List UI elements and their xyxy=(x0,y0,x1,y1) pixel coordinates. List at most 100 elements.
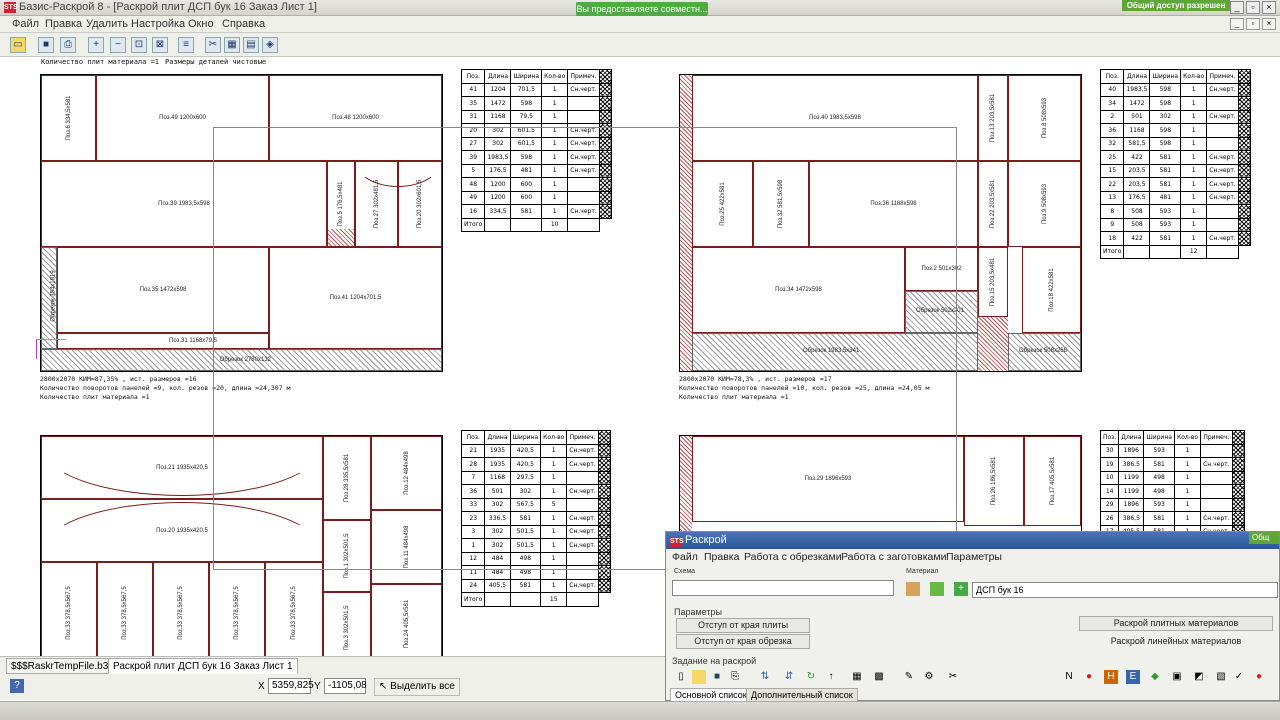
part[interactable]: Поз.33 378,5x567,5 xyxy=(209,562,265,656)
tab-document[interactable]: Раскрой плит ДСП бук 16 Заказ Лист 1 xyxy=(108,658,298,674)
refresh-icon[interactable]: ↻ xyxy=(804,670,818,684)
part[interactable]: Поз.15 203,5x481 xyxy=(978,247,1008,317)
sort2-icon[interactable]: ⇵ xyxy=(782,670,796,684)
open-folder-icon[interactable]: ▭ xyxy=(10,37,26,53)
table-cell xyxy=(1200,497,1233,512)
edge-offset-button[interactable]: Отступ от края плиты xyxy=(676,618,810,633)
maximize-button[interactable]: ▫ xyxy=(1246,1,1260,14)
raskroy-menu-edit[interactable]: Правка xyxy=(704,551,739,563)
add-material-icon[interactable]: + xyxy=(954,582,968,596)
table-cell: 1472 xyxy=(484,96,512,111)
part[interactable]: Поз.24 405,5x581 xyxy=(371,584,442,656)
mdi-restore-button[interactable]: ▫ xyxy=(1246,18,1260,30)
menu-delete[interactable]: Удалить xyxy=(86,18,128,30)
part[interactable]: Поз.6 334,5x581 xyxy=(41,75,96,161)
e-icon[interactable]: E xyxy=(1126,670,1140,684)
mdi-minimize-button[interactable]: _ xyxy=(1230,18,1244,30)
table-cell: 25 xyxy=(1099,150,1125,165)
raskroy-menu-offcuts[interactable]: Работа с обрезками xyxy=(744,551,842,563)
pattern-icon[interactable]: ▧ xyxy=(1214,670,1228,684)
save-icon[interactable]: ■ xyxy=(38,37,54,53)
minimize-button[interactable]: _ xyxy=(1230,1,1244,14)
save-icon[interactable]: ■ xyxy=(710,670,724,684)
stop-icon[interactable]: ● xyxy=(1252,670,1266,684)
cursor-icon: ↖ xyxy=(379,681,391,692)
menu-edit[interactable]: Правка xyxy=(45,18,82,30)
tab-main-list[interactable]: Основной список xyxy=(670,688,752,702)
notification-toast[interactable]: Вы предоставляете совместн... xyxy=(576,2,708,16)
copy-icon[interactable]: ⎘ xyxy=(728,670,742,684)
zoom-out-icon[interactable]: − xyxy=(110,37,126,53)
material-icon-1[interactable] xyxy=(906,582,920,596)
raskroy-menu-file[interactable]: Файл xyxy=(672,551,698,563)
raskroy-menu-params[interactable]: Параметры xyxy=(946,551,1002,563)
image-icon[interactable]: ▣ xyxy=(1170,670,1184,684)
menu-window[interactable]: Окно xyxy=(188,18,214,30)
mdi-close-button[interactable]: × xyxy=(1262,18,1276,30)
diamond-icon[interactable]: ◆ xyxy=(1148,670,1162,684)
table-cell: 481 xyxy=(1149,190,1182,205)
part[interactable]: Поз.33 378,5x567,5 xyxy=(41,562,97,656)
tool2-icon[interactable]: ⚙ xyxy=(922,670,936,684)
menu-help[interactable]: Справка xyxy=(222,18,265,30)
table-row: 41 1204 701,5 1 Сн.черт. xyxy=(460,82,612,97)
material-icon-2[interactable] xyxy=(930,582,944,596)
linear-cutting-button[interactable]: Раскрой линейных материалов xyxy=(1079,634,1273,649)
table-cell xyxy=(1149,244,1182,259)
zoom-in-icon[interactable]: + xyxy=(88,37,104,53)
part[interactable]: Поз.18 422x581 xyxy=(1022,247,1081,333)
table-cell: Сн.черт. xyxy=(1206,150,1239,165)
plate-cutting-button[interactable]: Раскрой плитных материалов xyxy=(1079,616,1273,631)
material-field[interactable]: ДСП бук 16 xyxy=(972,582,1278,598)
tool3-icon[interactable]: ✂ xyxy=(946,670,960,684)
part[interactable]: Поз.9 508x593 xyxy=(1008,161,1081,247)
grid-icon[interactable]: ▦ xyxy=(850,670,864,684)
half-icon[interactable]: ◩ xyxy=(1192,670,1206,684)
menu-file[interactable]: Файл xyxy=(12,18,39,30)
tab-extra-list[interactable]: Дополнительный список xyxy=(746,688,858,702)
part[interactable]: Поз.13 203,5x581 xyxy=(978,75,1008,161)
raskroy-menu-blanks[interactable]: Работа с заготовками xyxy=(841,551,946,563)
cut-icon[interactable]: ✂ xyxy=(205,37,221,53)
select-all-button[interactable]: ↖ Выделить все xyxy=(374,678,460,696)
grid2-icon[interactable]: ▩ xyxy=(872,670,886,684)
layout-icon[interactable]: ▦ xyxy=(224,37,240,53)
part[interactable]: Поз.26 186,5x581 xyxy=(964,436,1024,526)
table-cell: 581 xyxy=(1149,177,1182,192)
scheme-field[interactable] xyxy=(672,580,894,596)
part[interactable]: Поз.3 302x501,5 xyxy=(323,592,371,656)
x-coordinate-field[interactable]: 5359,825 xyxy=(268,678,314,694)
part[interactable]: Поз.8 508x593 xyxy=(1008,75,1081,161)
record-icon[interactable]: ● xyxy=(1082,670,1096,684)
table-cell: 598 xyxy=(1149,136,1182,151)
table-cell: 29 xyxy=(1099,497,1120,512)
part[interactable]: Поз.22 203,5x581 xyxy=(978,161,1008,247)
arrow-icon[interactable]: ↑ xyxy=(824,670,838,684)
h-icon[interactable]: H xyxy=(1104,670,1118,684)
nest-icon[interactable]: ◈ xyxy=(262,37,278,53)
menu-settings[interactable]: Настройка xyxy=(131,18,185,30)
check-icon[interactable]: ✓ xyxy=(1232,670,1246,684)
table-total-row: Итого 12 xyxy=(1099,244,1251,259)
tab-temp-file[interactable]: $$$RaskrTempFile.b3d xyxy=(6,658,119,674)
part[interactable]: Поз.33 378,5x567,5 xyxy=(265,562,323,656)
new-icon[interactable]: ▯ xyxy=(674,670,688,684)
y-coordinate-field[interactable]: -1105,08 xyxy=(324,678,367,694)
sort-icon[interactable]: ⇅ xyxy=(758,670,772,684)
tool-icon[interactable]: ✎ xyxy=(902,670,916,684)
print-icon[interactable]: ⎙ xyxy=(60,37,76,53)
part[interactable]: Поз.33 378,5x567,5 xyxy=(153,562,209,656)
open-icon[interactable] xyxy=(692,670,706,684)
n-icon[interactable]: N xyxy=(1062,670,1076,684)
zoom-window-icon[interactable]: ⊠ xyxy=(152,37,168,53)
part[interactable]: Поз.17 405,5x581 xyxy=(1024,436,1081,526)
offcut-offset-button[interactable]: Отступ от края обрезка xyxy=(676,634,810,649)
table-cell: 1 xyxy=(1173,484,1202,499)
layout2-icon[interactable]: ▤ xyxy=(243,37,259,53)
material-label: Материал xyxy=(906,568,939,575)
close-button[interactable]: × xyxy=(1262,1,1276,14)
help-icon[interactable]: ? xyxy=(10,679,24,693)
list-icon[interactable]: ≡ xyxy=(178,37,194,53)
part[interactable]: Поз.33 378,5x567,5 xyxy=(97,562,153,656)
zoom-fit-icon[interactable]: ⊡ xyxy=(131,37,147,53)
